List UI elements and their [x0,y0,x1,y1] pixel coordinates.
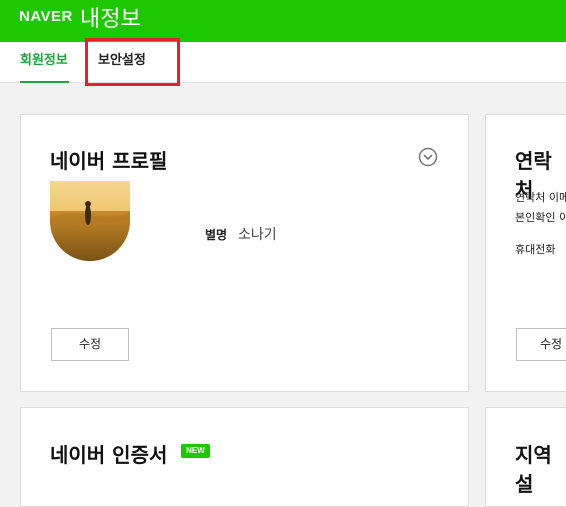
contact-email-text: 연락처 이메 [515,191,566,204]
region-card-title: 지역 설 [515,443,552,496]
tab-highlight-box [85,38,180,86]
profile-edit-button[interactable]: 수정 [51,328,129,361]
new-badge: NEW [181,444,210,458]
chevron-down-circle-icon[interactable] [418,147,438,167]
page-title[interactable]: 내정보 [80,1,141,33]
contact-edit-button[interactable]: 수정 [516,328,566,361]
nickname-value: 소나기 [238,227,277,243]
avatar [50,181,130,261]
nickname-label: 별명 [205,228,228,242]
top-header-bar: NAVER 내정보 [0,0,566,42]
contact-verify-text: 본인확인 이 [515,211,566,224]
contact-phone-label: 휴대전화 [515,243,556,256]
profile-card-title: 네이버 프로필 [50,149,168,173]
cert-card-title: 네이버 인증서 [50,443,168,467]
profile-photo [50,181,130,261]
naver-logo[interactable]: NAVER [19,8,73,25]
tab-member-info[interactable]: 회원정보 [20,42,69,83]
